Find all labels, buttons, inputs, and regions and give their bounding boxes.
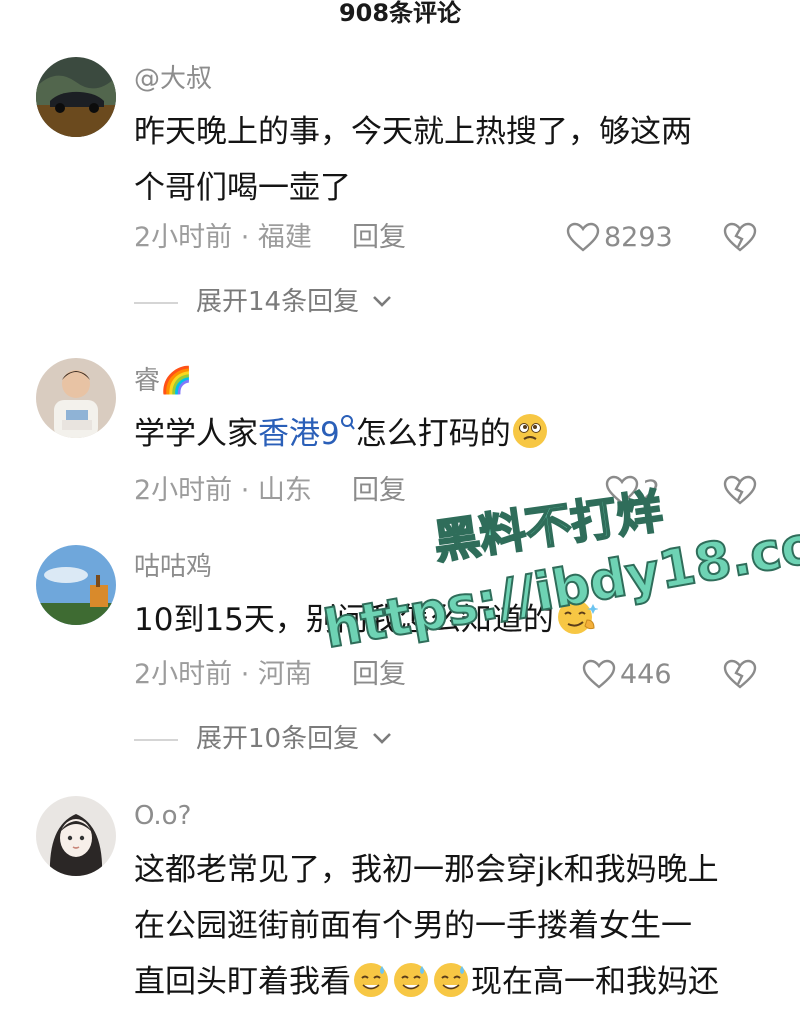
comment-text: 10到15天，别问我怎么知道的	[134, 592, 754, 648]
sweat-smile-emoji-icon	[434, 963, 468, 997]
comment-text-line: 在公园逛街前面有个男的一手搂着女生一	[134, 908, 692, 944]
heart-outline-icon	[566, 222, 600, 252]
comment-meta: 2小时前 · 河南	[134, 659, 312, 690]
dislike-button[interactable]	[722, 658, 758, 694]
broken-heart-icon	[723, 475, 757, 505]
divider-line	[134, 301, 178, 304]
like-button[interactable]: 2	[605, 474, 660, 508]
comment-text-part: 直回头盯着我看	[134, 964, 351, 1000]
expand-replies-label: 展开10条回复	[196, 724, 360, 754]
comment-text-line: 个哥们喝一壶了	[134, 170, 351, 206]
like-count: 2	[643, 475, 661, 506]
comment-username[interactable]: 睿🌈	[134, 364, 192, 398]
dislike-button[interactable]	[722, 221, 758, 257]
avatar[interactable]	[36, 796, 116, 876]
heart-outline-icon	[605, 475, 639, 505]
sweat-smile-emoji-icon	[354, 963, 388, 997]
reply-button[interactable]: 回复	[352, 474, 406, 508]
comment-username[interactable]: O.o?	[134, 799, 191, 833]
thinking-emoji-icon	[512, 414, 547, 448]
expand-replies-button[interactable]: 展开14条回复	[134, 285, 393, 319]
reply-button[interactable]: 回复	[352, 658, 406, 692]
like-count: 8293	[604, 222, 673, 253]
comment-text: 学学人家香港9 怎么打码的	[134, 406, 754, 462]
like-button[interactable]: 8293	[566, 221, 673, 255]
comment-text-part: 怎么打码的	[355, 416, 511, 452]
comment-meta: 2小时前 · 福建	[134, 222, 312, 253]
avatar[interactable]	[36, 57, 116, 137]
comment-meta: 2小时前 · 山东	[134, 475, 312, 506]
broken-heart-icon	[723, 659, 757, 689]
comment-text-line: 昨天晚上的事，今天就上热搜了，够这两	[134, 114, 692, 150]
sweat-smile-emoji-icon	[394, 963, 428, 997]
divider-line	[134, 738, 178, 741]
comments-count-title: 908条评论	[338, 0, 462, 27]
comment-username[interactable]: 咕咕鸡	[134, 550, 212, 584]
like-button[interactable]: 446	[582, 658, 672, 692]
search-icon	[340, 415, 355, 430]
comment-text-part: 学学人家	[134, 416, 258, 452]
avatar[interactable]	[36, 358, 116, 438]
comment-text: 这都老常见了，我初一那会穿jk和我妈晚上 在公园逛街前面有个男的一手搂着女生一 …	[134, 842, 774, 1010]
comment-text-line: 这都老常见了，我初一那会穿jk和我妈晚上	[134, 852, 719, 888]
smirk-emoji-icon	[557, 600, 598, 634]
like-count: 446	[620, 659, 672, 690]
comment-text-part: 现在高一和我妈还	[471, 964, 719, 1000]
comment-text: 昨天晚上的事，今天就上热搜了，够这两 个哥们喝一壶了	[134, 104, 754, 216]
expand-replies-label: 展开14条回复	[196, 287, 360, 317]
comment-topic-link[interactable]: 香港9	[258, 416, 340, 452]
chevron-down-icon	[373, 296, 392, 307]
broken-heart-icon	[723, 222, 757, 252]
comment-username[interactable]: @大叔	[134, 62, 212, 96]
comment-text-part: 10到15天，别问我怎么知道的	[134, 602, 554, 638]
comment-text-line: 直回头盯着我看 现在高一和我妈还	[134, 954, 774, 1010]
reply-button[interactable]: 回复	[352, 221, 406, 255]
heart-outline-icon	[582, 659, 616, 689]
avatar[interactable]	[36, 545, 116, 625]
expand-replies-button[interactable]: 展开10条回复	[134, 722, 393, 756]
dislike-button[interactable]	[722, 474, 758, 510]
chevron-down-icon	[373, 733, 392, 744]
